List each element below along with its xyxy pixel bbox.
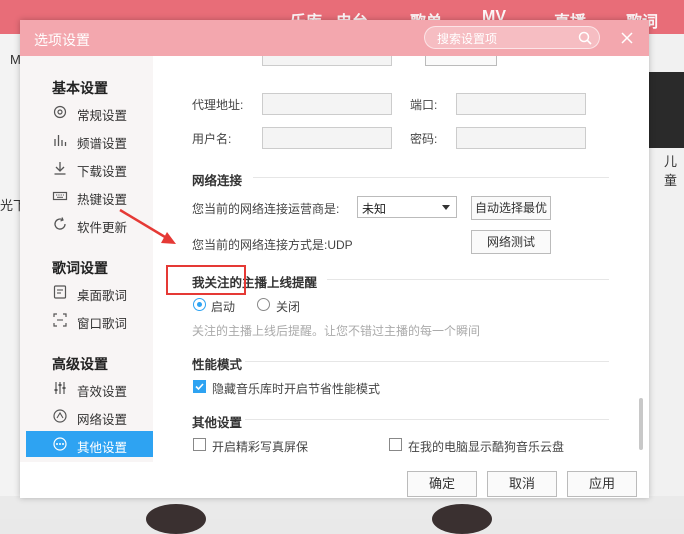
annotation-arrow-icon [119,208,176,244]
annotation-highlight-box [166,265,246,295]
